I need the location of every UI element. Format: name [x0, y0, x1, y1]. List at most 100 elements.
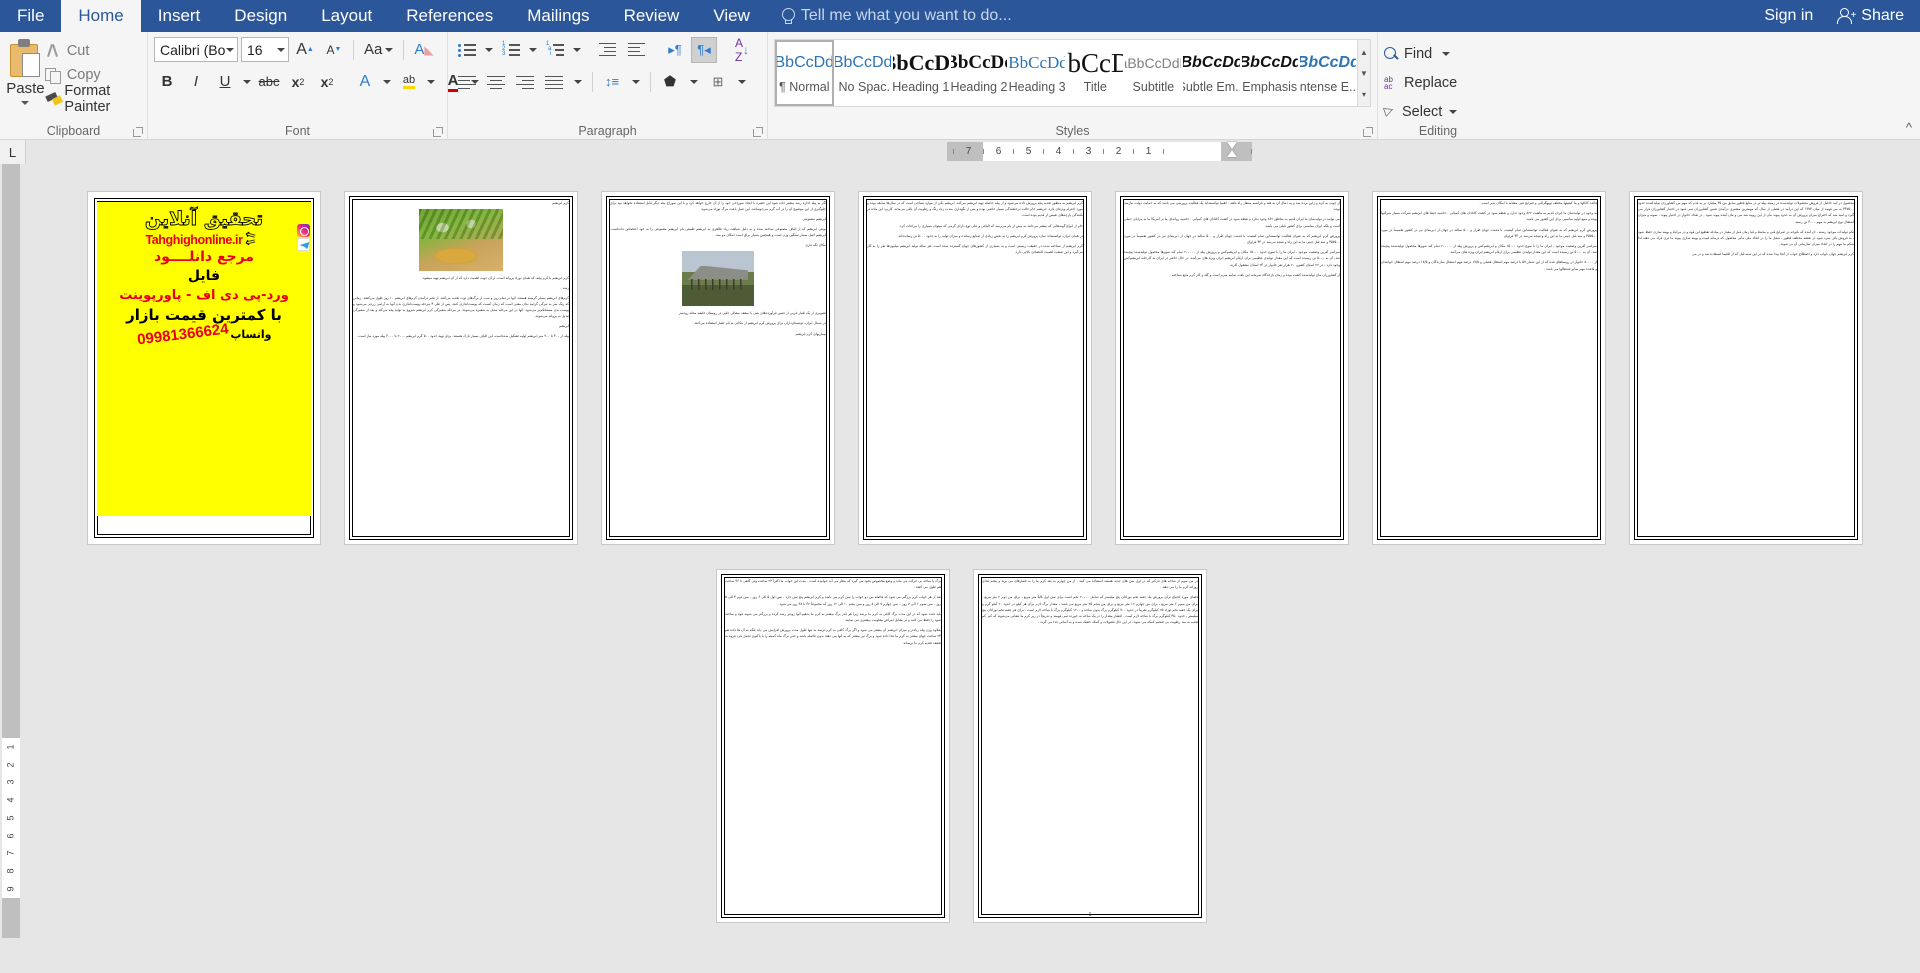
tab-design[interactable]: Design: [217, 0, 304, 32]
style-emphasis[interactable]: AaBbCcDdEe Emphasis: [1241, 40, 1299, 106]
document-page-5[interactable]: از چوب به کره و ژاپن برده شد و به دنبال …: [1116, 192, 1348, 544]
subscript-button[interactable]: x2: [285, 69, 311, 95]
select-button[interactable]: Select: [1384, 100, 1492, 124]
scroll-up-icon[interactable]: ▲: [1360, 42, 1368, 62]
document-page-1[interactable]: تحقیق آنلاین Tahghighonline.ir مرجع دانل…: [88, 192, 320, 544]
multilevel-list-icon: 1 a i: [546, 41, 564, 58]
chevron-down-icon: [226, 47, 234, 52]
shading-button[interactable]: ⬟: [657, 69, 683, 95]
tell-me-search[interactable]: Tell me what you want to do...: [767, 0, 1012, 32]
style-heading-1[interactable]: AaBbCcDdEe Heading 1: [892, 40, 950, 106]
document-page-2[interactable]: کرم ابریشم کرم ابریشم یا کرم پیله، که هم…: [345, 192, 577, 544]
page-content: کرم ابریشم به منظور تغذیه پیله پرورش داد…: [867, 200, 1083, 536]
find-button[interactable]: Find: [1384, 42, 1492, 66]
superscript-button[interactable]: x2: [314, 69, 340, 95]
font-name-combo[interactable]: Calibri (Body): [154, 37, 238, 62]
document-page-9[interactable]: در من سوم از شاخه های نازکتر که در اول س…: [974, 570, 1206, 922]
numbering-button[interactable]: 1 2 3: [498, 37, 524, 63]
style-subtle-emphasis[interactable]: AaBbCcDdEe Subtle Em...: [1182, 40, 1240, 106]
sign-in-button[interactable]: Sign in: [1750, 0, 1827, 32]
collapse-ribbon-button[interactable]: ^: [1906, 120, 1912, 135]
align-center-button[interactable]: [483, 69, 509, 95]
style-heading-3[interactable]: AaBbCcDdEe Heading 3: [1008, 40, 1066, 106]
strikethrough-button[interactable]: abc: [256, 69, 282, 95]
styles-dialog-launcher[interactable]: [1363, 127, 1373, 137]
document-page-3[interactable]: اگر به پیله اجازه رشد بیشتر داده شود این…: [602, 192, 834, 544]
tab-mailings[interactable]: Mailings: [510, 0, 606, 32]
document-workspace[interactable]: 1 2 3 4 5 6 7 8 9 تحقیق آنلاین Tahghigho…: [0, 164, 1920, 973]
borders-button[interactable]: ⊞: [705, 69, 731, 95]
style-normal[interactable]: AaBbCcDdEe ¶ Normal: [775, 40, 834, 106]
multilevel-list-button[interactable]: 1 a i: [542, 37, 568, 63]
cut-button[interactable]: Cut: [45, 40, 141, 61]
line-spacing-button[interactable]: ↕≡: [599, 69, 625, 95]
ltr-text-direction-button[interactable]: ▸¶: [662, 37, 688, 63]
sort-button[interactable]: A Z ↓: [729, 36, 755, 64]
style-title[interactable]: AaBbCcDdEe Title: [1066, 40, 1124, 106]
clear-formatting-button[interactable]: A ◣: [410, 37, 437, 63]
grow-font-button[interactable]: A ▲: [292, 37, 318, 63]
font-dialog-launcher[interactable]: [433, 127, 443, 137]
clipboard-dialog-launcher[interactable]: [133, 127, 143, 137]
highlight-button[interactable]: ab: [396, 69, 422, 95]
line-spacing-dropdown[interactable]: [628, 69, 644, 95]
multilevel-dropdown[interactable]: [571, 37, 583, 63]
align-left-button[interactable]: [454, 69, 480, 95]
highlight-dropdown[interactable]: [425, 69, 437, 95]
tab-review[interactable]: Review: [607, 0, 697, 32]
change-case-button[interactable]: Aa: [360, 37, 397, 63]
justify-button[interactable]: [541, 69, 567, 95]
italic-icon: I: [193, 73, 199, 90]
paragraph: پرورش کرم ابریشم که به عنوان فعالیت توان…: [1381, 227, 1597, 238]
hanging-indent-marker[interactable]: [1227, 150, 1237, 157]
bullets-dropdown[interactable]: [483, 37, 495, 63]
tab-layout[interactable]: Layout: [304, 0, 389, 32]
tab-stop-selector[interactable]: L: [0, 140, 26, 164]
shading-dropdown[interactable]: [686, 69, 702, 95]
document-page-8[interactable]: برگ یا شاخه بی حرکت می ماند و وضع مخصوص …: [717, 570, 949, 922]
document-page-4[interactable]: کرم ابریشم به منظور تغذیه پیله پرورش داد…: [859, 192, 1091, 544]
underline-button[interactable]: U: [212, 69, 238, 95]
tab-references[interactable]: References: [389, 0, 510, 32]
more-styles-icon[interactable]: ▾: [1362, 84, 1366, 104]
paragraph-dialog-launcher[interactable]: [753, 127, 763, 137]
bullets-button[interactable]: [454, 37, 480, 63]
tab-insert[interactable]: Insert: [141, 0, 218, 32]
underline-dropdown[interactable]: [241, 69, 253, 95]
style-name: Emphasis: [1242, 80, 1298, 94]
share-button[interactable]: + Share: [1827, 0, 1920, 32]
borders-dropdown[interactable]: [734, 69, 750, 95]
align-left-icon: [458, 75, 476, 90]
paste-dropdown-icon[interactable]: [21, 101, 30, 105]
horizontal-ruler[interactable]: 7 6 5 4 3 2 1: [947, 142, 1252, 161]
shrink-font-button[interactable]: A ▼: [321, 37, 347, 63]
rtl-text-direction-button[interactable]: ¶◂: [691, 36, 717, 63]
first-line-indent-marker[interactable]: [1227, 142, 1237, 149]
increase-indent-button[interactable]: [624, 37, 650, 63]
tab-view[interactable]: View: [696, 0, 767, 32]
font-size-combo[interactable]: 16: [241, 37, 289, 62]
style-sample: AaBbCcDdEe: [775, 54, 834, 71]
tab-file[interactable]: File: [0, 0, 62, 32]
styles-gallery-scroll[interactable]: ▲ ▼ ▾: [1356, 40, 1370, 106]
scroll-down-icon[interactable]: ▼: [1360, 63, 1368, 83]
numbering-dropdown[interactable]: [527, 37, 539, 63]
text-effects-button[interactable]: A: [352, 69, 378, 95]
style-sample: AaBbCcDdEe: [1008, 53, 1065, 72]
decrease-indent-button[interactable]: [595, 37, 621, 63]
style-no-spacing[interactable]: AaBbCcDdEe ¶ No Spac...: [834, 40, 892, 106]
style-intense-emphasis[interactable]: AaBbCcDdEe Intense E...: [1299, 40, 1357, 106]
replace-button[interactable]: ab ac Replace: [1384, 71, 1492, 95]
italic-button[interactable]: I: [183, 69, 209, 95]
format-painter-button[interactable]: Format Painter: [45, 83, 141, 115]
document-page-6[interactable]: فائده کانالها و بنا کیفیتها مختلف تهیهگر…: [1373, 192, 1605, 544]
tab-home[interactable]: Home: [61, 0, 141, 32]
justify-dropdown[interactable]: [570, 69, 586, 95]
text-effects-dropdown[interactable]: [381, 69, 393, 95]
styles-gallery: AaBbCcDdEe ¶ Normal AaBbCcDdEe ¶ No Spac…: [774, 39, 1371, 107]
document-page-7[interactable]: محصول در آمد حاصل از فروش محصولات تولیدش…: [1630, 192, 1862, 544]
align-right-button[interactable]: [512, 69, 538, 95]
style-subtitle[interactable]: AaBbCcDdEe Subtitle: [1124, 40, 1182, 106]
bold-button[interactable]: B: [154, 69, 180, 95]
style-heading-2[interactable]: AaBbCcDdEe Heading 2: [950, 40, 1008, 106]
